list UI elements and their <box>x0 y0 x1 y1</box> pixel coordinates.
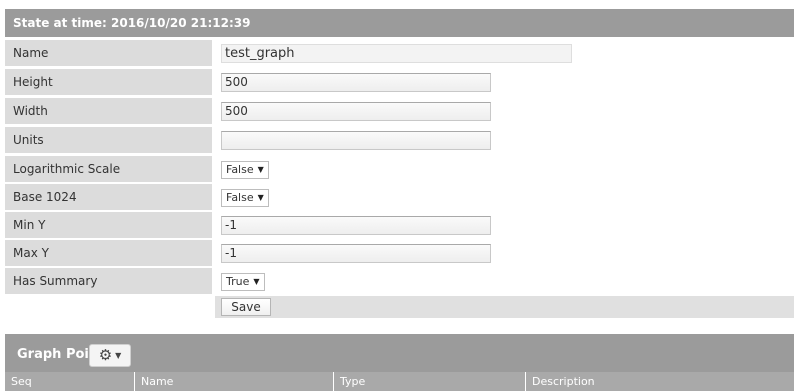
field-label: Max Y <box>5 240 212 266</box>
min-y-input[interactable]: -1 <box>221 216 491 235</box>
field-label: Base 1024 <box>5 184 212 210</box>
base-1024-select[interactable]: False ▼ <box>221 189 269 207</box>
state-header: State at time: 2016/10/20 21:12:39 <box>5 9 794 37</box>
field-row-height: Height 500 <box>5 69 794 96</box>
field-row-log-scale: Logarithmic Scale False ▼ <box>5 156 794 183</box>
units-input[interactable] <box>221 131 491 150</box>
log-scale-select[interactable]: False ▼ <box>221 161 269 179</box>
save-row <box>5 296 794 318</box>
graph-points-settings-button[interactable]: ⚙ ▼ <box>89 344 131 367</box>
field-row-width: Width 500 <box>5 98 794 125</box>
field-row-name: Name test_graph <box>5 40 794 67</box>
width-input[interactable]: 500 <box>221 102 491 121</box>
has-summary-select[interactable]: True ▼ <box>221 273 265 291</box>
max-y-input[interactable]: -1 <box>221 244 491 263</box>
select-value: False <box>226 191 254 204</box>
field-row-has-summary: Has Summary True ▼ <box>5 268 794 295</box>
field-label: Units <box>5 127 212 153</box>
field-row-min-y: Min Y -1 <box>5 212 794 239</box>
save-button[interactable]: Save <box>221 298 271 316</box>
dropdown-arrow-icon: ▼ <box>257 193 264 202</box>
field-label: Height <box>5 69 212 95</box>
field-label: Logarithmic Scale <box>5 156 212 182</box>
select-value: False <box>226 163 254 176</box>
column-header-description[interactable]: Description <box>526 372 794 391</box>
field-row-units: Units <box>5 127 794 154</box>
column-header-seq[interactable]: Seq <box>5 372 134 391</box>
field-label: Has Summary <box>5 268 212 294</box>
field-label: Width <box>5 98 212 124</box>
caret-down-icon: ▼ <box>115 351 122 360</box>
dropdown-arrow-icon: ▼ <box>253 277 260 286</box>
field-label: Min Y <box>5 212 212 238</box>
column-header-type[interactable]: Type <box>334 372 525 391</box>
name-input[interactable]: test_graph <box>221 44 572 63</box>
height-input[interactable]: 500 <box>221 73 491 92</box>
graph-points-header: Graph Points ⚙ ▼ <box>5 334 794 372</box>
field-row-max-y: Max Y -1 <box>5 240 794 267</box>
field-label: Name <box>5 40 212 66</box>
column-header-name[interactable]: Name <box>135 372 333 391</box>
select-value: True <box>226 275 250 288</box>
field-row-base-1024: Base 1024 False ▼ <box>5 184 794 211</box>
dropdown-arrow-icon: ▼ <box>257 165 264 174</box>
gear-icon: ⚙ <box>98 346 113 364</box>
